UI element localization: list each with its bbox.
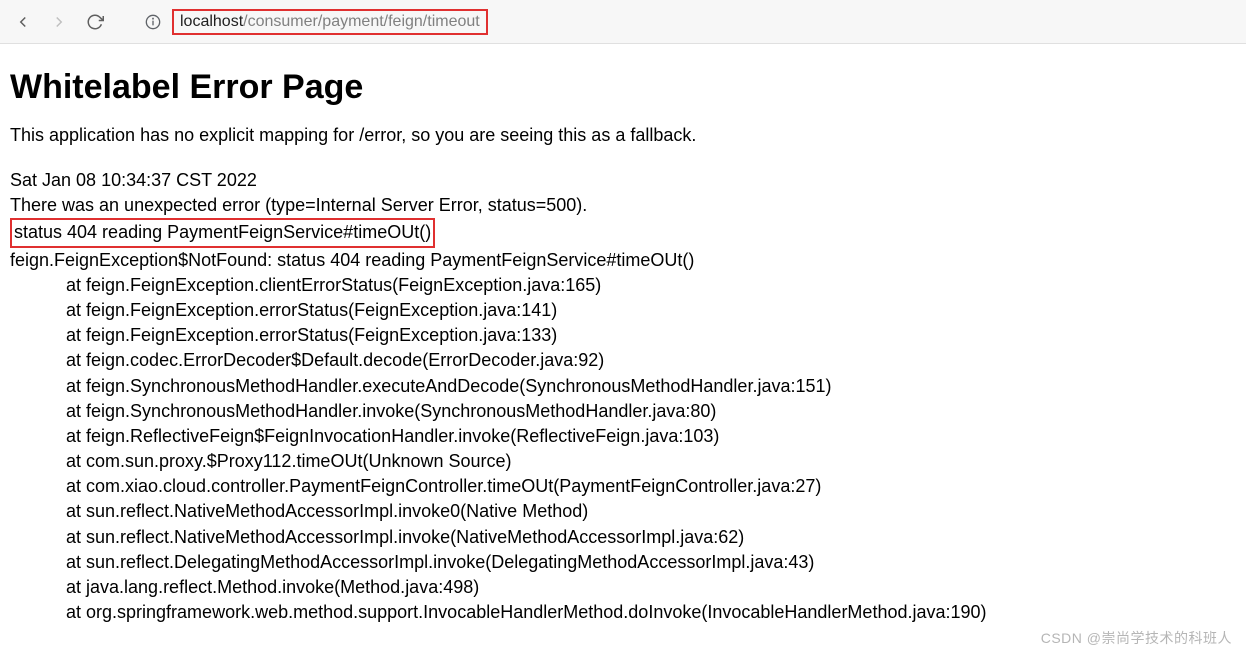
- stack-line: at org.springframework.web.method.suppor…: [10, 600, 1236, 625]
- page-content: Whitelabel Error Page This application h…: [0, 44, 1246, 635]
- stack-line: at feign.FeignException.clientErrorStatu…: [10, 273, 1236, 298]
- watermark-text: CSDN @崇尚学技术的科班人: [1041, 628, 1232, 648]
- exception-line: feign.FeignException$NotFound: status 40…: [10, 248, 1236, 273]
- stack-line: at sun.reflect.NativeMethodAccessorImpl.…: [10, 525, 1236, 550]
- reload-button[interactable]: [84, 11, 106, 33]
- page-title: Whitelabel Error Page: [10, 68, 1236, 107]
- browser-toolbar: localhost/consumer/payment/feign/timeout: [0, 0, 1246, 44]
- error-trace: Sat Jan 08 10:34:37 CST 2022 There was a…: [10, 168, 1236, 625]
- stack-line: at feign.codec.ErrorDecoder$Default.deco…: [10, 348, 1236, 373]
- stack-line: at feign.SynchronousMethodHandler.execut…: [10, 374, 1236, 399]
- back-button[interactable]: [12, 11, 34, 33]
- url-host: localhost: [180, 13, 243, 31]
- error-timestamp: Sat Jan 08 10:34:37 CST 2022: [10, 168, 1236, 193]
- address-bar[interactable]: localhost/consumer/payment/feign/timeout: [144, 9, 1234, 35]
- stack-line: at java.lang.reflect.Method.invoke(Metho…: [10, 575, 1236, 600]
- stack-line: at sun.reflect.DelegatingMethodAccessorI…: [10, 550, 1236, 575]
- stack-line: at feign.FeignException.errorStatus(Feig…: [10, 323, 1236, 348]
- stack-line: at feign.ReflectiveFeign$FeignInvocation…: [10, 424, 1236, 449]
- error-status-highlight: status 404 reading PaymentFeignService#t…: [10, 218, 435, 247]
- error-subtitle: This application has no explicit mapping…: [10, 125, 1236, 146]
- stack-line: at sun.reflect.NativeMethodAccessorImpl.…: [10, 499, 1236, 524]
- stack-line: at feign.SynchronousMethodHandler.invoke…: [10, 399, 1236, 424]
- stack-line: at com.sun.proxy.$Proxy112.timeOUt(Unkno…: [10, 449, 1236, 474]
- stack-line: at com.xiao.cloud.controller.PaymentFeig…: [10, 474, 1236, 499]
- info-icon: [144, 13, 162, 31]
- forward-button[interactable]: [48, 11, 70, 33]
- error-summary: There was an unexpected error (type=Inte…: [10, 193, 1236, 218]
- url-highlight-box: localhost/consumer/payment/feign/timeout: [172, 9, 488, 35]
- stack-line: at feign.FeignException.errorStatus(Feig…: [10, 298, 1236, 323]
- url-path: /consumer/payment/feign/timeout: [243, 13, 480, 31]
